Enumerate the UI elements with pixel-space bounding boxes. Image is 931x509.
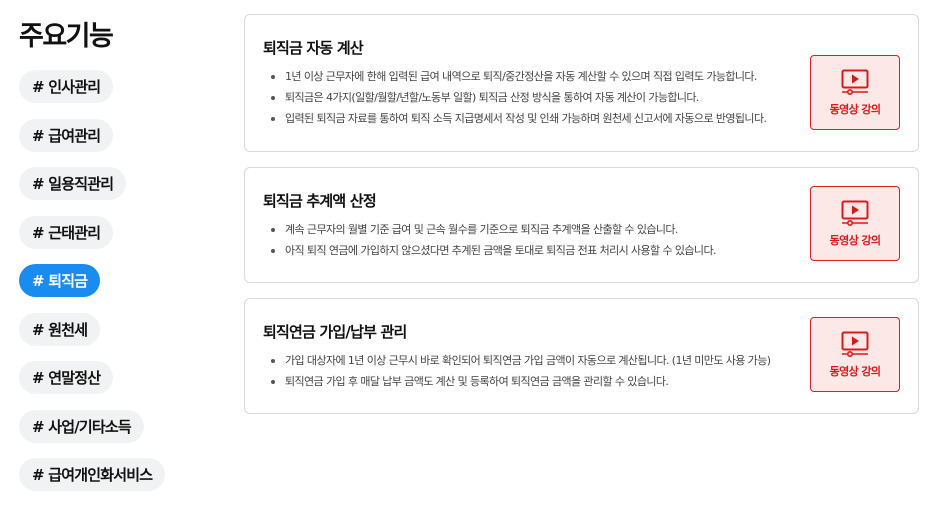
nav-tag-year-end[interactable]: # 연말정산 <box>19 361 114 394</box>
bullet-item: 가입 대상자에 1년 이상 근무시 바로 확인되어 퇴직연금 가입 금액이 자동… <box>267 350 807 371</box>
feature-card-pension: 퇴직연금 가입/납부 관리 가입 대상자에 1년 이상 근무시 바로 확인되어 … <box>244 298 919 414</box>
nav-tag-severance[interactable]: # 퇴직금 <box>19 264 101 297</box>
bullet-item: 1년 이상 근무자에 한해 입력된 급여 내역으로 퇴직/중간정산을 자동 계산… <box>267 66 807 87</box>
page-title: 주요기능 <box>19 21 114 52</box>
card-title: 퇴직금 자동 계산 <box>263 39 364 57</box>
bullet-item: 퇴직금은 4가지(일할/월할/년할/노동부 일할) 퇴직금 산정 방식을 통하여… <box>267 87 807 108</box>
bullet-item: 입력된 퇴직금 자료를 통하여 퇴직 소득 지급명세서 작성 및 인쇄 가능하며… <box>267 108 807 129</box>
video-lecture-button[interactable]: 동영상 강의 <box>810 55 900 130</box>
bullet-item: 계속 근무자의 월별 기준 급여 및 근속 월수를 기준으로 퇴직금 추계액을 … <box>267 219 807 240</box>
card-bullets: 가입 대상자에 1년 이상 근무시 바로 확인되어 퇴직연금 가입 금액이 자동… <box>267 350 807 392</box>
feature-card-auto-calc: 퇴직금 자동 계산 1년 이상 근무자에 한해 입력된 급여 내역으로 퇴직/중… <box>244 14 919 152</box>
nav-tag-personal-payroll[interactable]: # 급여개인화서비스 <box>19 458 166 491</box>
video-lecture-button[interactable]: 동영상 강의 <box>810 317 900 392</box>
bullet-item: 아직 퇴직 연금에 가입하지 않으셨다면 추계된 금액을 토대로 퇴직금 전표 … <box>267 240 807 261</box>
video-button-label: 동영상 강의 <box>829 364 881 378</box>
video-button-label: 동영상 강의 <box>829 233 881 247</box>
video-play-icon <box>841 200 869 226</box>
video-play-icon <box>841 331 869 357</box>
nav-tag-attendance[interactable]: # 근태관리 <box>19 216 114 249</box>
card-bullets: 1년 이상 근무자에 한해 입력된 급여 내역으로 퇴직/중간정산을 자동 계산… <box>267 66 807 129</box>
feature-card-estimate: 퇴직금 추계액 산정 계속 근무자의 월별 기준 급여 및 근속 월수를 기준으… <box>244 167 919 283</box>
nav-tag-daily-worker[interactable]: # 일용직관리 <box>19 167 127 200</box>
nav-tag-hr[interactable]: # 인사관리 <box>19 70 114 103</box>
card-title: 퇴직연금 가입/납부 관리 <box>263 323 407 341</box>
nav-tag-payroll[interactable]: # 급여관리 <box>19 119 114 152</box>
bullet-item: 퇴직연금 가입 후 매달 납부 금액도 계산 및 등록하여 퇴직연금 금액을 관… <box>267 371 807 392</box>
video-play-icon <box>841 69 869 95</box>
card-title: 퇴직금 추계액 산정 <box>263 192 377 210</box>
nav-tag-business-income[interactable]: # 사업/기타소득 <box>19 410 144 443</box>
video-lecture-button[interactable]: 동영상 강의 <box>810 186 900 261</box>
card-bullets: 계속 근무자의 월별 기준 급여 및 근속 월수를 기준으로 퇴직금 추계액을 … <box>267 219 807 261</box>
nav-tag-withholding[interactable]: # 원천세 <box>19 313 101 346</box>
video-button-label: 동영상 강의 <box>829 102 881 116</box>
